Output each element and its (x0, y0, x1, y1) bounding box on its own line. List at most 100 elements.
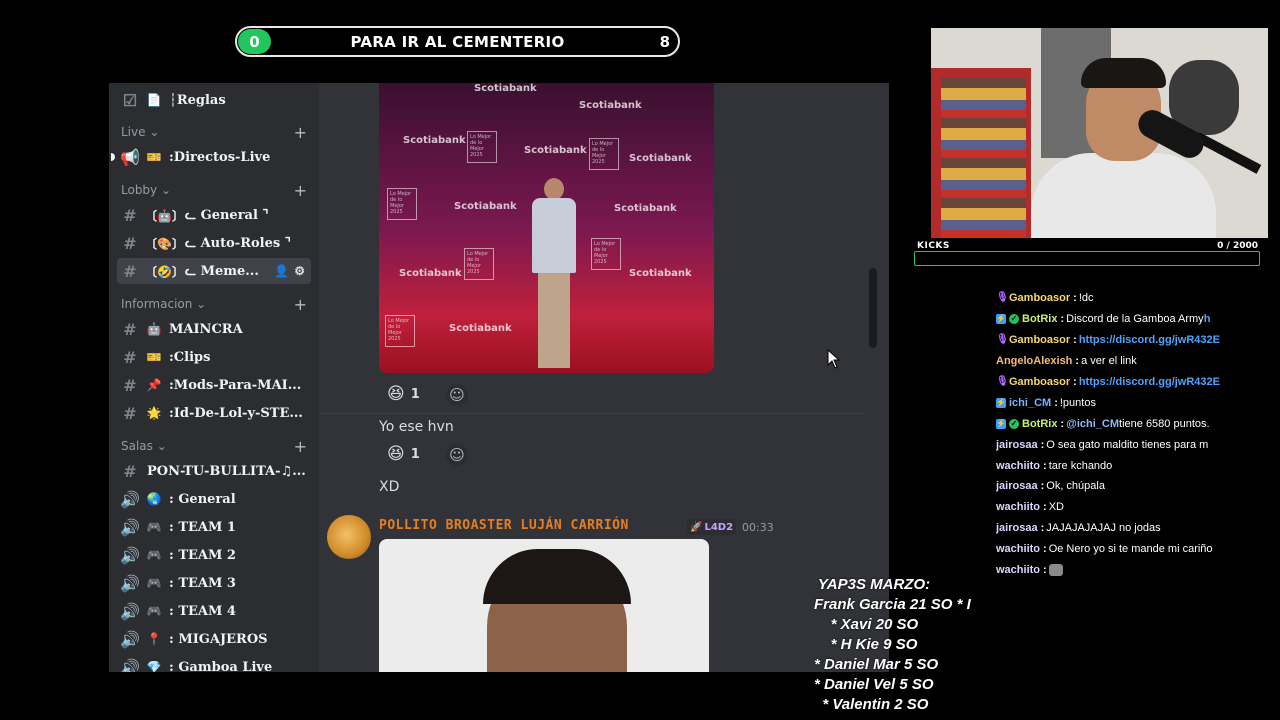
microphone-badge-icon: 🎙 (996, 376, 1009, 387)
sidebar-channel[interactable]: 🔊 🎮: TEAM 3 (109, 570, 319, 596)
goal-title: PARA IR AL CEMENTERIO (350, 32, 565, 51)
sidebar-channel[interactable]: 🔊 🎮: TEAM 1 (109, 514, 319, 540)
author-avatar[interactable] (327, 515, 371, 559)
channel-emoji-icon: 〔🤖〕 (145, 208, 184, 223)
add-reaction-icon[interactable]: ☺ (446, 444, 468, 466)
reaction-laughing[interactable]: 😆 1 (381, 381, 426, 407)
voice-channel-icon: 🔊 (120, 489, 140, 509)
chat-pane[interactable]: Scotiabank Scotiabank Scotiabank Scotiab… (319, 83, 889, 672)
category-label: Salas ⌄ (121, 439, 167, 453)
sidebar-channel[interactable]: # 〔🤖〕 ᓚ General ⌝ (109, 202, 319, 228)
chat-separator: : (1073, 292, 1077, 305)
goal-counter-bar: 0 PARA IR AL CEMENTERIO 8 (235, 26, 680, 57)
sidebar-channel[interactable]: 🔊 💎: Gamboa Live (109, 654, 319, 673)
chat-username: wachiito (996, 501, 1041, 514)
role-badge-label: L4D2 (704, 521, 734, 533)
sidebar-channel[interactable]: # 📌:Mods-Para-MAI... (109, 372, 319, 398)
chat-message-text: tare kchando (1048, 459, 1113, 472)
chat-username: Gamboasor (1009, 292, 1071, 305)
text-channel-icon: # (123, 205, 137, 225)
goal-target-count: 8 (659, 32, 670, 51)
award-sign: Lo Mejor de lo Mejor 2025 (589, 138, 619, 170)
add-channel-icon[interactable]: + (294, 181, 307, 200)
sidebar-channel[interactable]: # 🌟:Id-De-Lol-y-STE... (109, 400, 319, 426)
sidebar-channel[interactable]: # 〔🎨〕 ᓚ Auto-Roles ⌝ (109, 230, 319, 256)
kicks-count: 0 / 2000 (1217, 241, 1258, 251)
invite-member-icon[interactable]: 👤 (274, 264, 289, 278)
award-sign: Lo Mejor de lo Mejor 2025 (467, 131, 497, 163)
channel-emoji-icon: 💎 (146, 660, 162, 672)
award-sign: Lo Mejor de lo Mejor 2025 (387, 188, 417, 220)
chat-separator: : (1075, 355, 1080, 368)
stream-chat-message: wachiito: (996, 560, 1224, 581)
add-channel-icon[interactable]: + (294, 123, 307, 142)
sidebar-channel[interactable]: ☑ 📄 ┆Reglas (109, 87, 319, 113)
chat-separator: : (1043, 459, 1047, 472)
channel-label: : MIGAJEROS (169, 631, 268, 647)
category-header[interactable]: Live ⌄ + (121, 122, 307, 142)
award-sign: Lo Mejor de lo Mejor 2025 (385, 315, 415, 347)
add-reaction-icon[interactable]: ☺ (446, 384, 468, 406)
verified-badge-icon: ✓ (1009, 314, 1019, 325)
text-channel-icon: # (123, 461, 137, 481)
channel-sidebar[interactable]: ☑ 📄 ┆Reglas Live ⌄ + 📢 🎫:Directos-Live Lobby ⌄ +… (109, 83, 319, 672)
kicks-progress-bar (914, 251, 1260, 266)
sidebar-channel[interactable]: # 〔🤣〕 ᓚ Meme... 👤 ⚙ (117, 258, 311, 284)
yaps-leaderboard: YAP3S MARZO: Frank Garcia 21 SO * I * Xav… (814, 576, 994, 720)
chat-separator: : (1040, 438, 1045, 451)
channel-label: :Mods-Para-MAI... (169, 377, 302, 393)
chat-username: AngeloAlexish (996, 355, 1073, 368)
voice-channel-icon: 🔊 (120, 657, 140, 673)
checkbox-icon: ☑ (122, 90, 138, 110)
chat-separator: : (1043, 564, 1047, 577)
channel-emoji-icon: 🌏 (146, 492, 162, 506)
chat-separator: : (1040, 522, 1045, 535)
role-badge[interactable]: 🚀 L4D2 (687, 519, 737, 535)
chat-message-text: Ok, chúpala (1046, 480, 1105, 493)
sidebar-channel[interactable]: 🔊 🎮: TEAM 2 (109, 542, 319, 568)
sidebar-channel[interactable]: 🔊 📍: MIGAJEROS (109, 626, 319, 652)
settings-gear-icon[interactable]: ⚙ (294, 264, 305, 278)
reaction-laughing[interactable]: 😆 1 (381, 441, 426, 467)
reaction-count: 1 (410, 446, 420, 462)
chat-username: wachiito (996, 459, 1041, 472)
chat-separator: : (1060, 417, 1065, 430)
bot-badge-icon: ⚡ (996, 397, 1006, 408)
verified-badge-icon: ✓ (1009, 418, 1019, 429)
add-channel-icon[interactable]: + (294, 295, 307, 314)
award-sign: Lo Mejor de lo Mejor 2025 (591, 238, 621, 270)
sidebar-channel[interactable]: # 🎫:Clips (109, 344, 319, 370)
sidebar-channel[interactable]: # 🤖 MAINCRA (109, 316, 319, 342)
laughing-emoji-icon: 😆 (387, 444, 405, 464)
category-header[interactable]: Lobby ⌄ + (121, 180, 307, 200)
kicks-label: KICKS (917, 241, 950, 251)
chat-message-text: Oe Nero yo si te mande mi cariño (1048, 543, 1213, 556)
stream-chat-message: 🎙 Gamboasor: https://discord.gg/jwR432E (996, 372, 1224, 393)
sidebar-channel[interactable]: 🔊 🌏 : General (109, 486, 319, 512)
photo-person (524, 178, 584, 373)
channel-emoji-icon: 🌟 (146, 406, 162, 420)
chat-separator: : (1073, 334, 1077, 347)
add-channel-icon[interactable]: + (294, 437, 307, 456)
channel-label: MAINCRA (169, 321, 243, 337)
category-header[interactable]: Informacion ⌄ + (121, 294, 307, 314)
stream-chat-message: jairosaa: JAJAJAJAJAJ no jodas (996, 518, 1224, 539)
category-header[interactable]: Salas ⌄ + (121, 436, 307, 456)
message-author[interactable]: POLLITO BROASTER LUJÁN CARRIÓN (379, 518, 629, 533)
stream-chat-message: wachiito: XD (996, 497, 1224, 518)
channel-emoji-icon: 🎮 (146, 576, 162, 590)
message-image-scotiabank[interactable]: Scotiabank Scotiabank Scotiabank Scotiab… (379, 83, 714, 373)
sidebar-channel[interactable]: 🔊 🎮: TEAM 4 (109, 598, 319, 624)
voice-channel-icon: 🔊 (120, 517, 140, 537)
chat-scrollbar[interactable] (869, 268, 877, 348)
sidebar-channel[interactable]: 📢 🎫:Directos-Live (109, 144, 319, 170)
text-channel-icon: # (123, 375, 137, 395)
category-label: Live ⌄ (121, 125, 160, 139)
sidebar-channel[interactable]: # PON-TU-BULLITA-♫... (109, 458, 319, 484)
message-text: XD (379, 479, 400, 495)
message-image-selfie[interactable] (379, 539, 709, 672)
text-channel-icon: # (123, 233, 137, 253)
announcement-icon: 📢 (120, 147, 140, 167)
channel-emoji-icon: 〔🤣〕 (145, 264, 184, 279)
channel-label: : General (169, 491, 236, 507)
